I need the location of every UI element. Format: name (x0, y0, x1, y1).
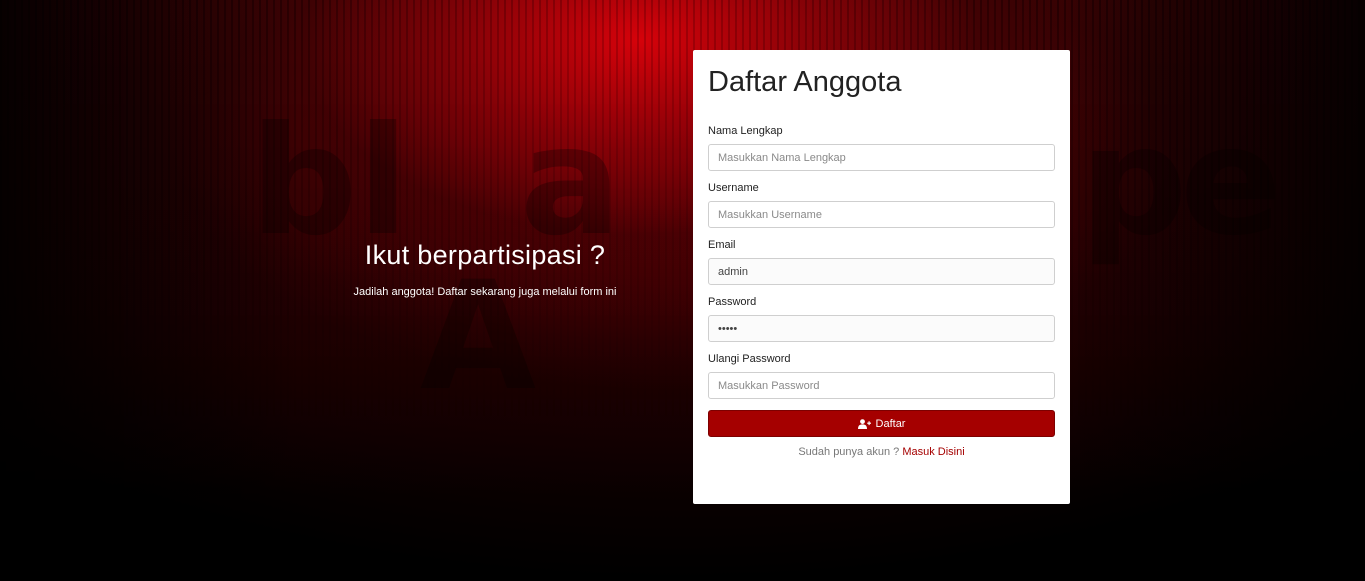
intro-title: Ikut berpartisipasi ? (364, 240, 606, 270)
register-button[interactable]: Daftar (708, 410, 1055, 437)
background-image: bl a p e A (0, 0, 1365, 581)
user-plus-icon (857, 418, 871, 429)
full-name-group: Nama Lengkap (708, 125, 1055, 171)
confirm-password-input[interactable] (708, 372, 1055, 399)
email-input[interactable] (708, 258, 1055, 285)
register-form-card: Daftar Anggota Nama Lengkap Username Ema… (693, 50, 1070, 504)
username-input[interactable] (708, 201, 1055, 228)
intro-subtitle: Jadilah anggota! Daftar sekarang juga me… (353, 286, 617, 298)
password-group: Password (708, 296, 1055, 342)
username-label: Username (708, 182, 759, 194)
intro-section: Ikut berpartisipasi ? Jadilah anggota! D… (330, 240, 640, 298)
confirm-password-group: Ulangi Password (708, 353, 1055, 399)
form-title: Daftar Anggota (708, 66, 902, 98)
register-button-label: Daftar (875, 417, 906, 430)
confirm-password-label: Ulangi Password (708, 353, 791, 365)
password-label: Password (708, 296, 757, 308)
login-prompt-row: Sudah punya akun ? Masuk Disini (708, 446, 1055, 458)
email-group: Email (708, 239, 1055, 285)
login-prompt-text: Sudah punya akun ? (798, 446, 900, 458)
username-group: Username (708, 182, 1055, 228)
full-name-input[interactable] (708, 144, 1055, 171)
email-label: Email (708, 239, 736, 251)
login-link[interactable]: Masuk Disini (902, 446, 964, 458)
background-vignette (0, 0, 1365, 581)
password-input[interactable] (708, 315, 1055, 342)
full-name-label: Nama Lengkap (708, 125, 783, 137)
